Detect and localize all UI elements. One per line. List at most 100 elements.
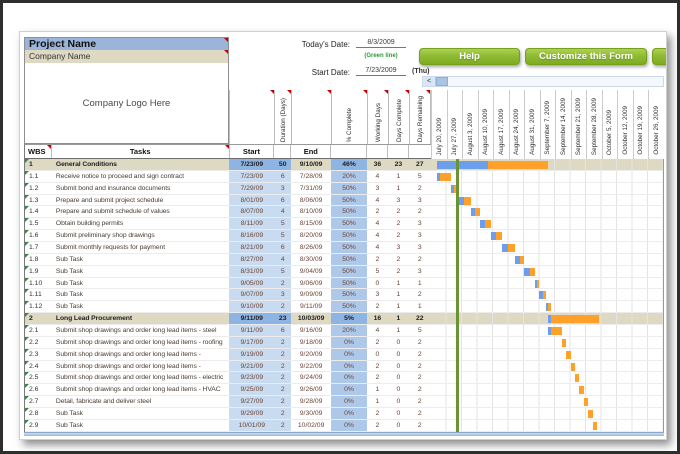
task-name-cell[interactable]: Submit preliminary shop drawings — [52, 230, 229, 241]
wbs-cell[interactable]: 1.6 — [25, 230, 52, 241]
pct-complete-cell[interactable]: 0% — [331, 408, 367, 419]
duration-cell[interactable]: 3 — [274, 183, 291, 194]
wbs-cell[interactable]: 2.8 — [25, 408, 52, 419]
pct-complete-cell[interactable]: 50% — [331, 266, 367, 277]
start-date-cell[interactable]: 8/16/09 — [229, 230, 274, 241]
task-name-cell[interactable]: Submit monthly requests for payment — [52, 242, 229, 253]
start-date-cell[interactable]: 9/19/09 — [229, 349, 274, 360]
start-date-cell[interactable]: 8/07/09 — [229, 206, 274, 217]
wbs-cell[interactable]: 1.4 — [25, 206, 52, 217]
end-date-cell[interactable]: 9/18/09 — [291, 337, 331, 348]
wbs-cell[interactable]: 2.2 — [25, 337, 52, 348]
pct-complete-cell[interactable]: 50% — [331, 254, 367, 265]
end-date-cell[interactable]: 10/02/09 — [291, 420, 331, 431]
duration-cell[interactable]: 2 — [274, 384, 291, 395]
todays-date-value[interactable]: 8/3/2009 — [356, 39, 406, 48]
bottom-scrollbar-track[interactable] — [24, 432, 664, 436]
duration-cell[interactable]: 2 — [274, 301, 291, 312]
task-name-cell[interactable]: Detail, fabricate and deliver steel — [52, 396, 229, 407]
duration-cell[interactable]: 5 — [274, 230, 291, 241]
start-date-cell[interactable]: 8/01/09 — [229, 195, 274, 206]
project-name-cell[interactable]: Project Name — [24, 37, 229, 51]
wbs-cell[interactable]: 1 — [25, 159, 52, 170]
clipped-button[interactable] — [652, 48, 667, 65]
start-date-cell[interactable]: 9/29/09 — [229, 408, 274, 419]
pct-complete-cell[interactable]: 20% — [331, 325, 367, 336]
task-name-cell[interactable]: General Conditions — [52, 159, 229, 170]
end-date-cell[interactable]: 9/24/09 — [291, 372, 331, 383]
duration-cell[interactable]: 4 — [274, 254, 291, 265]
duration-cell[interactable]: 4 — [274, 206, 291, 217]
start-date-cell[interactable]: 8/31/09 — [229, 266, 274, 277]
task-name-cell[interactable]: Sub Task — [52, 278, 229, 289]
wbs-cell[interactable]: 1.5 — [25, 218, 52, 229]
duration-cell[interactable]: 6 — [274, 195, 291, 206]
wbs-cell[interactable]: 1.2 — [25, 183, 52, 194]
wbs-cell[interactable]: 2.5 — [25, 372, 52, 383]
task-name-cell[interactable]: Submit shop drawings and order long lead… — [52, 372, 229, 383]
task-name-cell[interactable]: Receive notice to proceed and sign contr… — [52, 171, 229, 182]
end-date-cell[interactable]: 8/20/09 — [291, 230, 331, 241]
task-name-cell[interactable]: Submit shop drawings and order long lead… — [52, 349, 229, 360]
duration-cell[interactable]: 2 — [274, 372, 291, 383]
end-date-cell[interactable]: 9/09/09 — [291, 289, 331, 300]
end-date-cell[interactable]: 9/11/09 — [291, 301, 331, 312]
wbs-cell[interactable]: 1.12 — [25, 301, 52, 312]
task-name-cell[interactable]: Sub Task — [52, 254, 229, 265]
pct-complete-cell[interactable]: 50% — [331, 183, 367, 194]
duration-cell[interactable]: 50 — [274, 159, 291, 170]
task-name-cell[interactable]: Prepare and submit project schedule — [52, 195, 229, 206]
pct-complete-cell[interactable]: 0% — [331, 337, 367, 348]
wbs-cell[interactable]: 1.9 — [25, 266, 52, 277]
wbs-cell[interactable]: 2 — [25, 313, 52, 324]
pct-complete-cell[interactable]: 50% — [331, 289, 367, 300]
company-name-cell[interactable]: Company Name — [24, 50, 229, 64]
task-name-cell[interactable]: Submit shop drawings and order long lead… — [52, 337, 229, 348]
end-date-cell[interactable]: 9/20/09 — [291, 349, 331, 360]
pct-complete-cell[interactable]: 50% — [331, 301, 367, 312]
end-date-cell[interactable]: 8/15/09 — [291, 218, 331, 229]
pct-complete-cell[interactable]: 50% — [331, 230, 367, 241]
wbs-cell[interactable]: 1.8 — [25, 254, 52, 265]
task-name-cell[interactable]: Sub Task — [52, 289, 229, 300]
end-date-cell[interactable]: 9/06/09 — [291, 278, 331, 289]
wbs-cell[interactable]: 2.9 — [25, 420, 52, 431]
start-date-cell[interactable]: 10/01/09 — [229, 420, 274, 431]
customize-form-button[interactable]: Customize this Form — [525, 48, 647, 65]
end-date-cell[interactable]: 9/04/09 — [291, 266, 331, 277]
wbs-cell[interactable]: 1.1 — [25, 171, 52, 182]
end-date-cell[interactable]: 9/30/09 — [291, 408, 331, 419]
company-logo-placeholder[interactable]: Company Logo Here — [24, 63, 229, 144]
duration-cell[interactable]: 6 — [274, 242, 291, 253]
end-date-cell[interactable]: 9/22/09 — [291, 361, 331, 372]
scrollbar-thumb[interactable] — [436, 77, 448, 86]
task-name-cell[interactable]: Submit shop drawings and order long lead… — [52, 361, 229, 372]
duration-cell[interactable]: 3 — [274, 289, 291, 300]
start-date-cell[interactable]: 9/10/09 — [229, 301, 274, 312]
wbs-cell[interactable]: 2.4 — [25, 361, 52, 372]
duration-cell[interactable]: 2 — [274, 396, 291, 407]
duration-cell[interactable]: 6 — [274, 171, 291, 182]
wbs-cell[interactable]: 1.10 — [25, 278, 52, 289]
start-date-cell[interactable]: 9/11/09 — [229, 325, 274, 336]
pct-complete-cell[interactable]: 0% — [331, 384, 367, 395]
duration-cell[interactable]: 2 — [274, 420, 291, 431]
pct-complete-cell[interactable]: 50% — [331, 195, 367, 206]
pct-complete-cell[interactable]: 0% — [331, 361, 367, 372]
start-date-cell[interactable]: 7/23/09 — [229, 159, 274, 170]
start-date-cell[interactable]: 9/21/09 — [229, 361, 274, 372]
task-name-cell[interactable]: Sub Task — [52, 266, 229, 277]
start-date-cell[interactable]: 9/11/09 — [229, 313, 274, 324]
pct-complete-cell[interactable]: 50% — [331, 278, 367, 289]
task-name-cell[interactable]: Long Lead Procurement — [52, 313, 229, 324]
start-date-cell[interactable]: 9/17/09 — [229, 337, 274, 348]
start-date-cell[interactable]: 8/21/09 — [229, 242, 274, 253]
start-date-cell[interactable]: 8/27/09 — [229, 254, 274, 265]
end-date-cell[interactable]: 9/26/09 — [291, 384, 331, 395]
start-date-cell[interactable]: 9/27/09 — [229, 396, 274, 407]
end-date-cell[interactable]: 7/28/09 — [291, 171, 331, 182]
start-date-cell[interactable]: 9/23/09 — [229, 372, 274, 383]
end-date-cell[interactable]: 8/10/09 — [291, 206, 331, 217]
task-name-cell[interactable]: Prepare and submit schedule of values — [52, 206, 229, 217]
duration-cell[interactable]: 5 — [274, 266, 291, 277]
